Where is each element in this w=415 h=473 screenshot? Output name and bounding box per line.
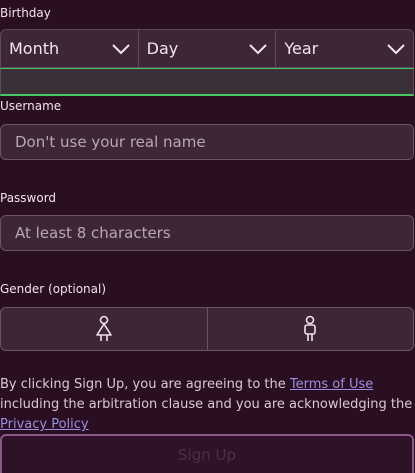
chevron-down-icon: [249, 43, 268, 54]
birthday-selects: Month Day Year: [0, 29, 414, 68]
password-field[interactable]: [0, 215, 414, 251]
username-input[interactable]: [13, 132, 413, 152]
chevron-down-icon: [111, 43, 130, 54]
day-select[interactable]: Day: [137, 30, 276, 67]
password-label: Password: [0, 191, 57, 205]
terms-middle: including the arbitration clause and you…: [0, 397, 413, 412]
terms-text: By clicking Sign Up, you are agreeing to…: [0, 375, 414, 435]
username-label: Username: [0, 99, 62, 113]
gender-label: Gender (optional): [0, 282, 107, 296]
gender-selector: [0, 307, 414, 351]
sign-up-label: Sign Up: [178, 446, 236, 464]
privacy-policy-link[interactable]: Privacy Policy: [0, 417, 89, 432]
month-select-value: Month: [9, 39, 60, 58]
gender-male-button[interactable]: [206, 308, 414, 350]
terms-prefix: By clicking Sign Up, you are agreeing to…: [0, 377, 290, 392]
birthday-label: Birthday: [0, 6, 51, 20]
gender-female-button[interactable]: [1, 308, 207, 350]
month-select[interactable]: Month: [1, 30, 138, 67]
username-field[interactable]: [0, 124, 414, 160]
male-icon: [304, 315, 317, 341]
password-input[interactable]: [13, 223, 413, 243]
year-select-value: Year: [284, 39, 319, 58]
terms-of-use-link[interactable]: Terms of Use: [290, 377, 373, 392]
year-select[interactable]: Year: [275, 30, 413, 67]
female-icon: [95, 315, 112, 341]
day-select-value: Day: [146, 39, 179, 58]
sign-up-button[interactable]: Sign Up: [0, 434, 414, 473]
birthday-validation-bar: [0, 68, 414, 96]
chevron-down-icon: [387, 43, 405, 54]
